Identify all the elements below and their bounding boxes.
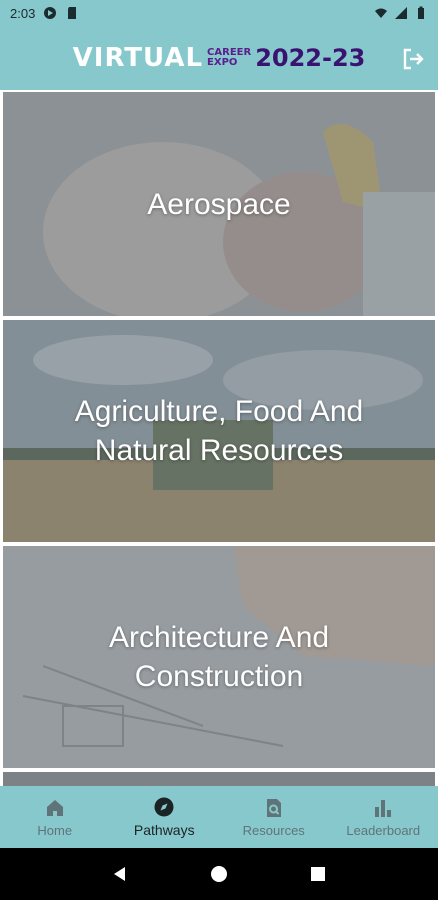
nav-resources-label: Resources <box>242 822 305 838</box>
logo-virtual-text: VIRTUAL <box>72 43 204 73</box>
recents-icon[interactable] <box>308 864 328 884</box>
nav-leaderboard[interactable]: Leaderboard <box>329 786 438 848</box>
battery-icon <box>418 6 424 19</box>
logo-career-expo: CAREER EXPO <box>207 48 251 68</box>
nav-leaderboard-label: Leaderboard <box>346 822 421 838</box>
status-bar: 2:03 <box>0 0 438 26</box>
nav-pathways[interactable]: Pathways <box>110 786 220 848</box>
wifi-icon <box>375 8 387 18</box>
home-circle-icon[interactable] <box>209 864 229 884</box>
app-notification-icon <box>44 7 57 19</box>
pathway-card-aerospace[interactable]: Aerospace <box>3 92 435 316</box>
next-card-background-image <box>3 772 435 786</box>
pathway-label: Agriculture, Food And Natural Resources <box>74 395 364 467</box>
logo-year-text: 2022-23 <box>255 44 366 72</box>
pathway-label: Architecture And Construction <box>108 621 330 693</box>
bar-chart-icon <box>375 799 392 817</box>
sd-card-icon <box>68 7 77 19</box>
pathways-list[interactable]: Aerospace Agriculture, Food And Natural … <box>0 90 438 786</box>
pathway-card-architecture[interactable]: Architecture And Construction <box>3 546 435 768</box>
resources-search-icon <box>266 798 281 817</box>
nav-home[interactable]: Home <box>0 786 110 848</box>
app-bar: VIRTUAL CAREER EXPO 2022-23 <box>0 26 438 90</box>
logo-expo-text: EXPO <box>207 57 238 68</box>
status-time: 2:03 <box>10 5 36 21</box>
nav-pathways-label: Pathways <box>133 822 195 838</box>
nav-home-label: Home <box>37 822 73 838</box>
bottom-navigation: Home Pathways Resources Leaderboard <box>0 786 438 848</box>
pathway-card-next[interactable] <box>3 772 435 786</box>
back-icon[interactable] <box>110 864 130 884</box>
pathway-card-agriculture[interactable]: Agriculture, Food And Natural Resources <box>3 320 435 542</box>
signal-icon <box>395 7 407 19</box>
system-navigation-bar <box>0 848 438 900</box>
compass-icon <box>154 797 174 817</box>
virtual-career-expo-logo: VIRTUAL CAREER EXPO 2022-23 <box>73 43 366 73</box>
nav-resources[interactable]: Resources <box>219 786 329 848</box>
logout-icon[interactable] <box>400 46 426 72</box>
pathway-label: Aerospace <box>147 187 291 221</box>
home-icon <box>46 799 63 816</box>
